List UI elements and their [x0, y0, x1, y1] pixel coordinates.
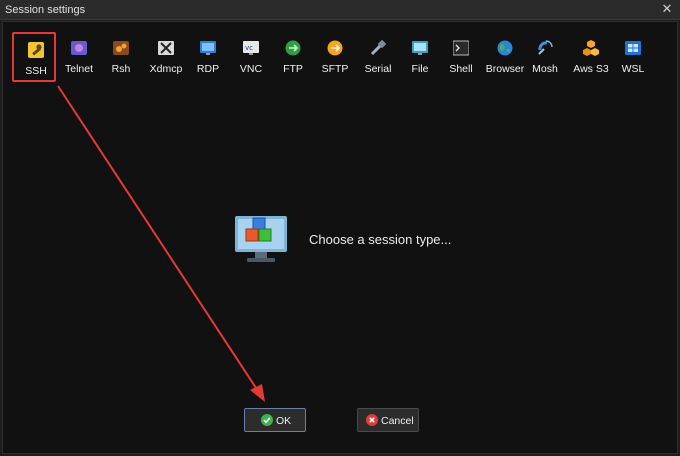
tool-ssh[interactable]: SSH	[12, 32, 56, 82]
serial-icon	[370, 40, 386, 56]
windows-icon	[625, 41, 641, 55]
cancel-button[interactable]: Cancel	[357, 408, 419, 432]
tool-wsl[interactable]: WSL	[611, 32, 655, 82]
monitor-cubes-icon	[235, 216, 287, 262]
title-bar: Session settings ✕	[0, 0, 680, 20]
close-icon[interactable]: ✕	[660, 2, 674, 16]
cancel-icon	[366, 414, 378, 426]
file-icon	[412, 41, 428, 55]
rsh-icon	[113, 41, 129, 55]
dialog-content: SSH Telnet Rsh Xdmcp RDP vc VNC FTP SFTP…	[2, 21, 678, 454]
telnet-icon	[71, 41, 87, 55]
vnc-icon: vc	[243, 41, 259, 55]
ok-button-label: OK	[276, 415, 292, 427]
globe-icon	[497, 40, 513, 56]
wrench-icon	[28, 42, 44, 58]
tool-rsh[interactable]: Rsh	[99, 32, 143, 82]
window-title: Session settings	[5, 4, 86, 16]
tool-label: WSL	[621, 63, 645, 75]
mosh-icon	[538, 40, 553, 55]
svg-text:vc: vc	[245, 44, 253, 52]
ftp-icon	[285, 40, 301, 56]
rdp-icon	[200, 41, 216, 55]
tool-mosh[interactable]: Mosh	[523, 32, 567, 82]
aws-s3-icon	[583, 40, 599, 56]
check-icon	[261, 414, 273, 426]
shell-icon	[453, 40, 469, 56]
ok-button[interactable]: OK	[244, 408, 306, 432]
sftp-icon	[327, 40, 343, 56]
session-type-toolbar: SSH Telnet Rsh Xdmcp RDP vc VNC FTP SFTP…	[9, 32, 669, 84]
xdmcp-icon	[158, 41, 174, 55]
cancel-button-label: Cancel	[381, 415, 414, 427]
session-type-prompt: Choose a session type...	[309, 232, 452, 247]
